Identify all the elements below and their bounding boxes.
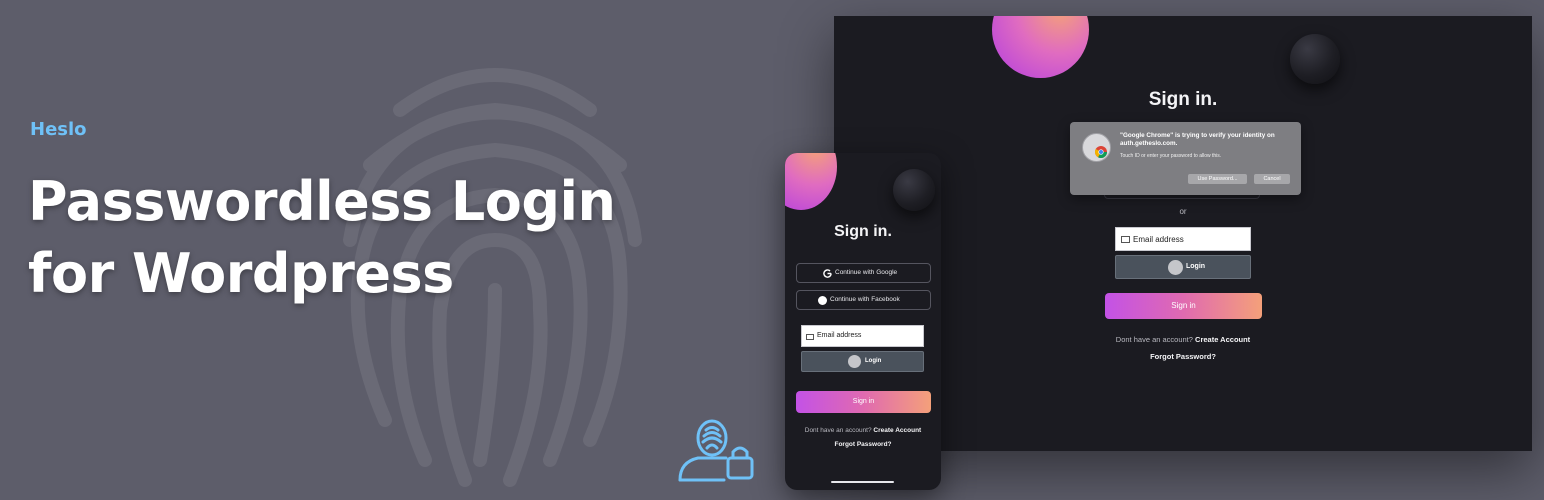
login-label: Login [1186, 263, 1206, 270]
account-prompt-text: Dont have an account? [1115, 335, 1193, 344]
decorative-pink-orb [992, 16, 1089, 78]
dialog-subtext: Touch ID or enter your password to allow… [1120, 153, 1222, 159]
facebook-label: Continue with Facebook [830, 296, 900, 303]
continue-with-facebook-button[interactable]: Continue with Facebook [796, 290, 931, 310]
fingerprint-icon [848, 355, 861, 368]
desktop-signin-title: Sign in. [1148, 89, 1218, 110]
mail-icon [1121, 236, 1130, 243]
desktop-email-field[interactable]: Email address [1115, 227, 1251, 251]
decorative-dark-orb [893, 169, 935, 211]
headline-line-2: for Wordpress [28, 242, 454, 305]
decorative-dark-orb [1290, 34, 1340, 84]
email-placeholder: Email address [817, 332, 862, 339]
mobile-signin-button[interactable]: Sign in [796, 391, 931, 413]
mobile-email-field[interactable]: Email address [801, 325, 924, 347]
home-indicator [831, 481, 894, 483]
desktop-signin-button[interactable]: Sign in [1105, 293, 1262, 319]
create-account-link[interactable]: Create Account [873, 427, 921, 434]
use-password-button[interactable]: Use Password... [1188, 174, 1247, 184]
brand-name: Heslo [30, 119, 87, 140]
account-prompt: Dont have an account? Create Account [785, 427, 941, 434]
create-account-link[interactable]: Create Account [1195, 335, 1250, 344]
headline: Passwordless Login for Wordpress [28, 166, 616, 310]
chrome-icon [1095, 146, 1107, 158]
desktop-login-button[interactable]: Login [1115, 255, 1251, 279]
email-placeholder: Email address [1133, 235, 1184, 244]
dialog-heading: "Google Chrome" is trying to verify your… [1120, 132, 1275, 147]
mobile-signin-screen: Sign in. Continue with Google Continue w… [785, 153, 941, 490]
continue-with-google-button[interactable]: Continue with Google [796, 263, 931, 283]
fingerprint-icon [1168, 260, 1183, 275]
mobile-login-button[interactable]: Login [801, 351, 924, 372]
touch-id-dialog: "Google Chrome" is trying to verify your… [1070, 122, 1301, 195]
forgot-password-link[interactable]: Forgot Password? [785, 441, 941, 448]
headline-line-1: Passwordless Login [28, 170, 616, 233]
facebook-icon [818, 296, 827, 305]
mobile-signin-title: Sign in. [834, 223, 892, 240]
google-icon [823, 269, 832, 278]
account-prompt-text: Dont have an account? [804, 427, 872, 434]
user-lock-icon [678, 419, 754, 482]
cancel-button[interactable]: Cancel [1254, 174, 1290, 184]
mail-icon [806, 334, 814, 340]
google-label: Continue with Google [835, 269, 898, 276]
login-label: Login [865, 358, 882, 364]
decorative-pink-orb [785, 153, 837, 210]
